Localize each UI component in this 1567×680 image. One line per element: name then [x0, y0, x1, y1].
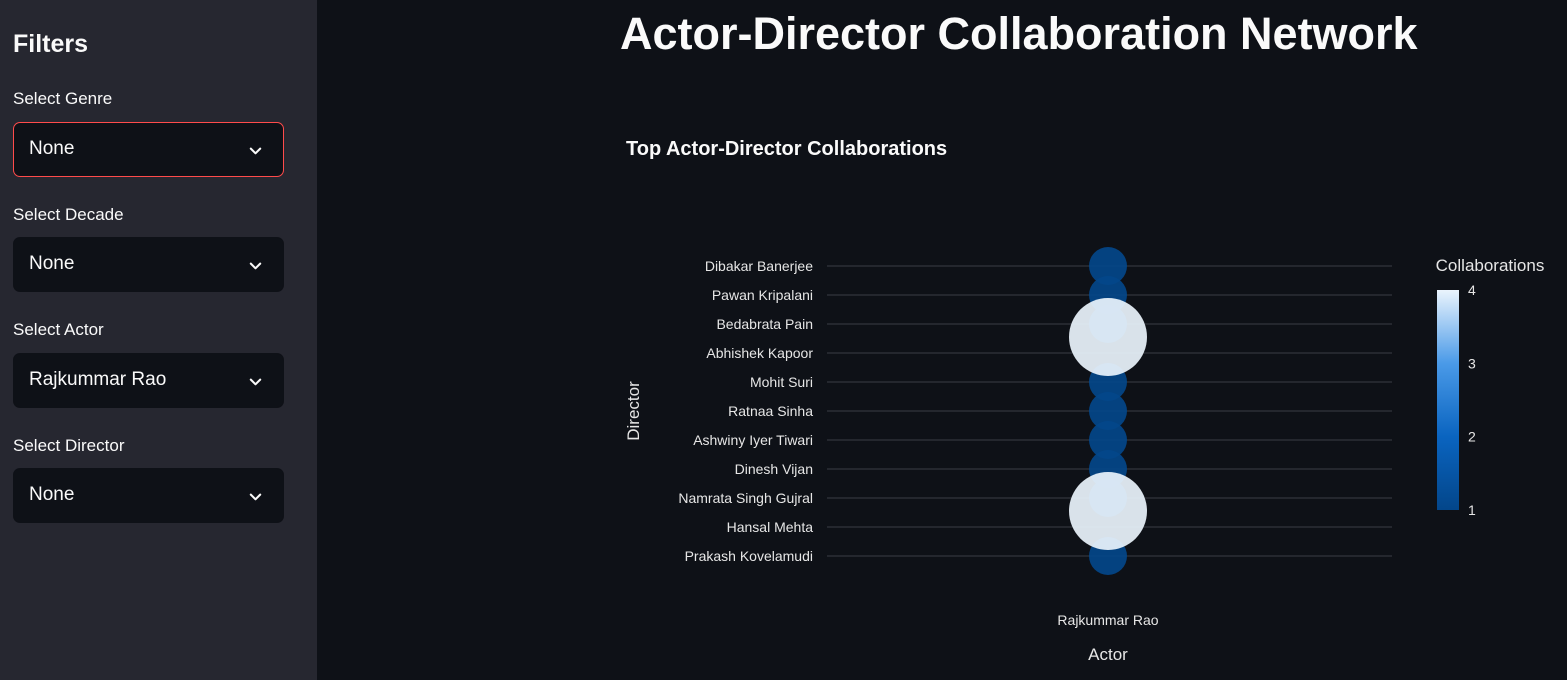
y-axis-title: Director: [624, 381, 643, 441]
colorbar-tick-label: 3: [1468, 355, 1476, 371]
y-tick-label: Dibakar Banerjee: [705, 258, 813, 274]
y-tick-label: Hansal Mehta: [727, 519, 814, 535]
colorbar-title: Collaborations: [1436, 256, 1545, 275]
x-tick-label: Rajkummar Rao: [1057, 612, 1158, 628]
bubble-point: [1069, 472, 1147, 550]
y-tick-label: Bedabrata Pain: [716, 316, 813, 332]
colorbar-tick-label: 4: [1468, 282, 1476, 298]
y-tick-label: Ratnaa Sinha: [728, 403, 813, 419]
y-tick-label: Prakash Kovelamudi: [685, 548, 813, 564]
app-window: Filters Select Genre None Select Decade …: [0, 0, 1567, 680]
colorbar-tick-label: 2: [1468, 429, 1476, 445]
y-tick-label: Ashwiny Iyer Tiwari: [693, 432, 813, 448]
x-axis-title: Actor: [1088, 645, 1128, 664]
y-tick-label: Mohit Suri: [750, 374, 813, 390]
y-tick-label: Dinesh Vijan: [735, 461, 813, 477]
colorbar-tick-label: 1: [1468, 502, 1476, 518]
y-tick-label: Namrata Singh Gujral: [678, 490, 813, 506]
colorbar: [1437, 290, 1459, 510]
bubble-point: [1069, 298, 1147, 376]
bubble-chart[interactable]: Dibakar Banerjee Pawan Kripalani Bedabrata…: [0, 0, 1567, 680]
y-tick-label: Abhishek Kapoor: [706, 345, 813, 361]
y-tick-label: Pawan Kripalani: [712, 287, 813, 303]
